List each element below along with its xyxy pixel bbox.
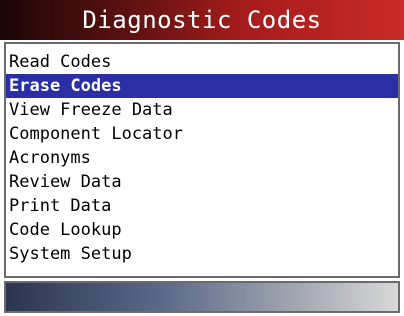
menu-item-acronyms[interactable]: Acronyms	[6, 146, 398, 170]
menu-item-review-data[interactable]: Review Data	[6, 170, 398, 194]
menu-item-read-codes[interactable]: Read Codes	[6, 50, 398, 74]
page-title: Diagnostic Codes	[0, 0, 404, 40]
menu-list: Read Codes Erase Codes View Freeze Data …	[6, 44, 398, 266]
diagnostic-screen: Diagnostic Codes Read Codes Erase Codes …	[0, 0, 404, 316]
menu-item-code-lookup[interactable]: Code Lookup	[6, 218, 398, 242]
menu-item-print-data[interactable]: Print Data	[6, 194, 398, 218]
menu-item-erase-codes[interactable]: Erase Codes	[6, 74, 398, 98]
menu-panel: Read Codes Erase Codes View Freeze Data …	[4, 42, 400, 278]
status-bar	[4, 281, 400, 313]
menu-item-system-setup[interactable]: System Setup	[6, 242, 398, 266]
menu-item-component-locator[interactable]: Component Locator	[6, 122, 398, 146]
menu-item-view-freeze-data[interactable]: View Freeze Data	[6, 98, 398, 122]
